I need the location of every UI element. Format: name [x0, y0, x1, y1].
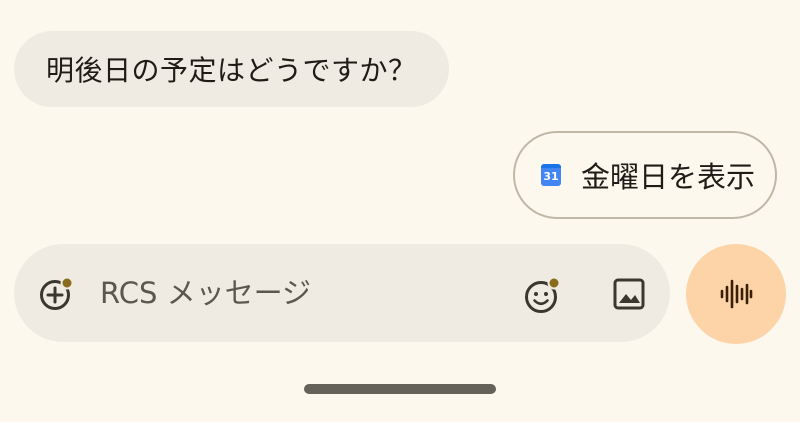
home-indicator[interactable] [304, 384, 496, 394]
suggestion-chip-show-friday[interactable]: 31 金曜日を表示 [513, 131, 777, 219]
waveform-icon [720, 279, 753, 309]
message-text: 明後日の予定はどうですか？ [46, 54, 417, 87]
add-attachment-button[interactable] [38, 276, 74, 312]
calendar-day: 31 [541, 168, 561, 186]
emoji-icon [525, 276, 561, 313]
voice-message-button[interactable] [686, 244, 786, 344]
image-icon [613, 278, 645, 310]
google-calendar-icon: 31 [541, 164, 561, 186]
incoming-message-bubble[interactable]: 明後日の予定はどうですか？ [14, 31, 449, 107]
message-input[interactable]: RCS メッセージ [100, 276, 311, 310]
suggestion-label: 金曜日を表示 [581, 160, 756, 194]
gallery-button[interactable] [612, 277, 646, 311]
emoji-button[interactable] [524, 276, 562, 314]
message-composer: RCS メッセージ [14, 244, 670, 342]
add-circle-icon [40, 276, 74, 310]
